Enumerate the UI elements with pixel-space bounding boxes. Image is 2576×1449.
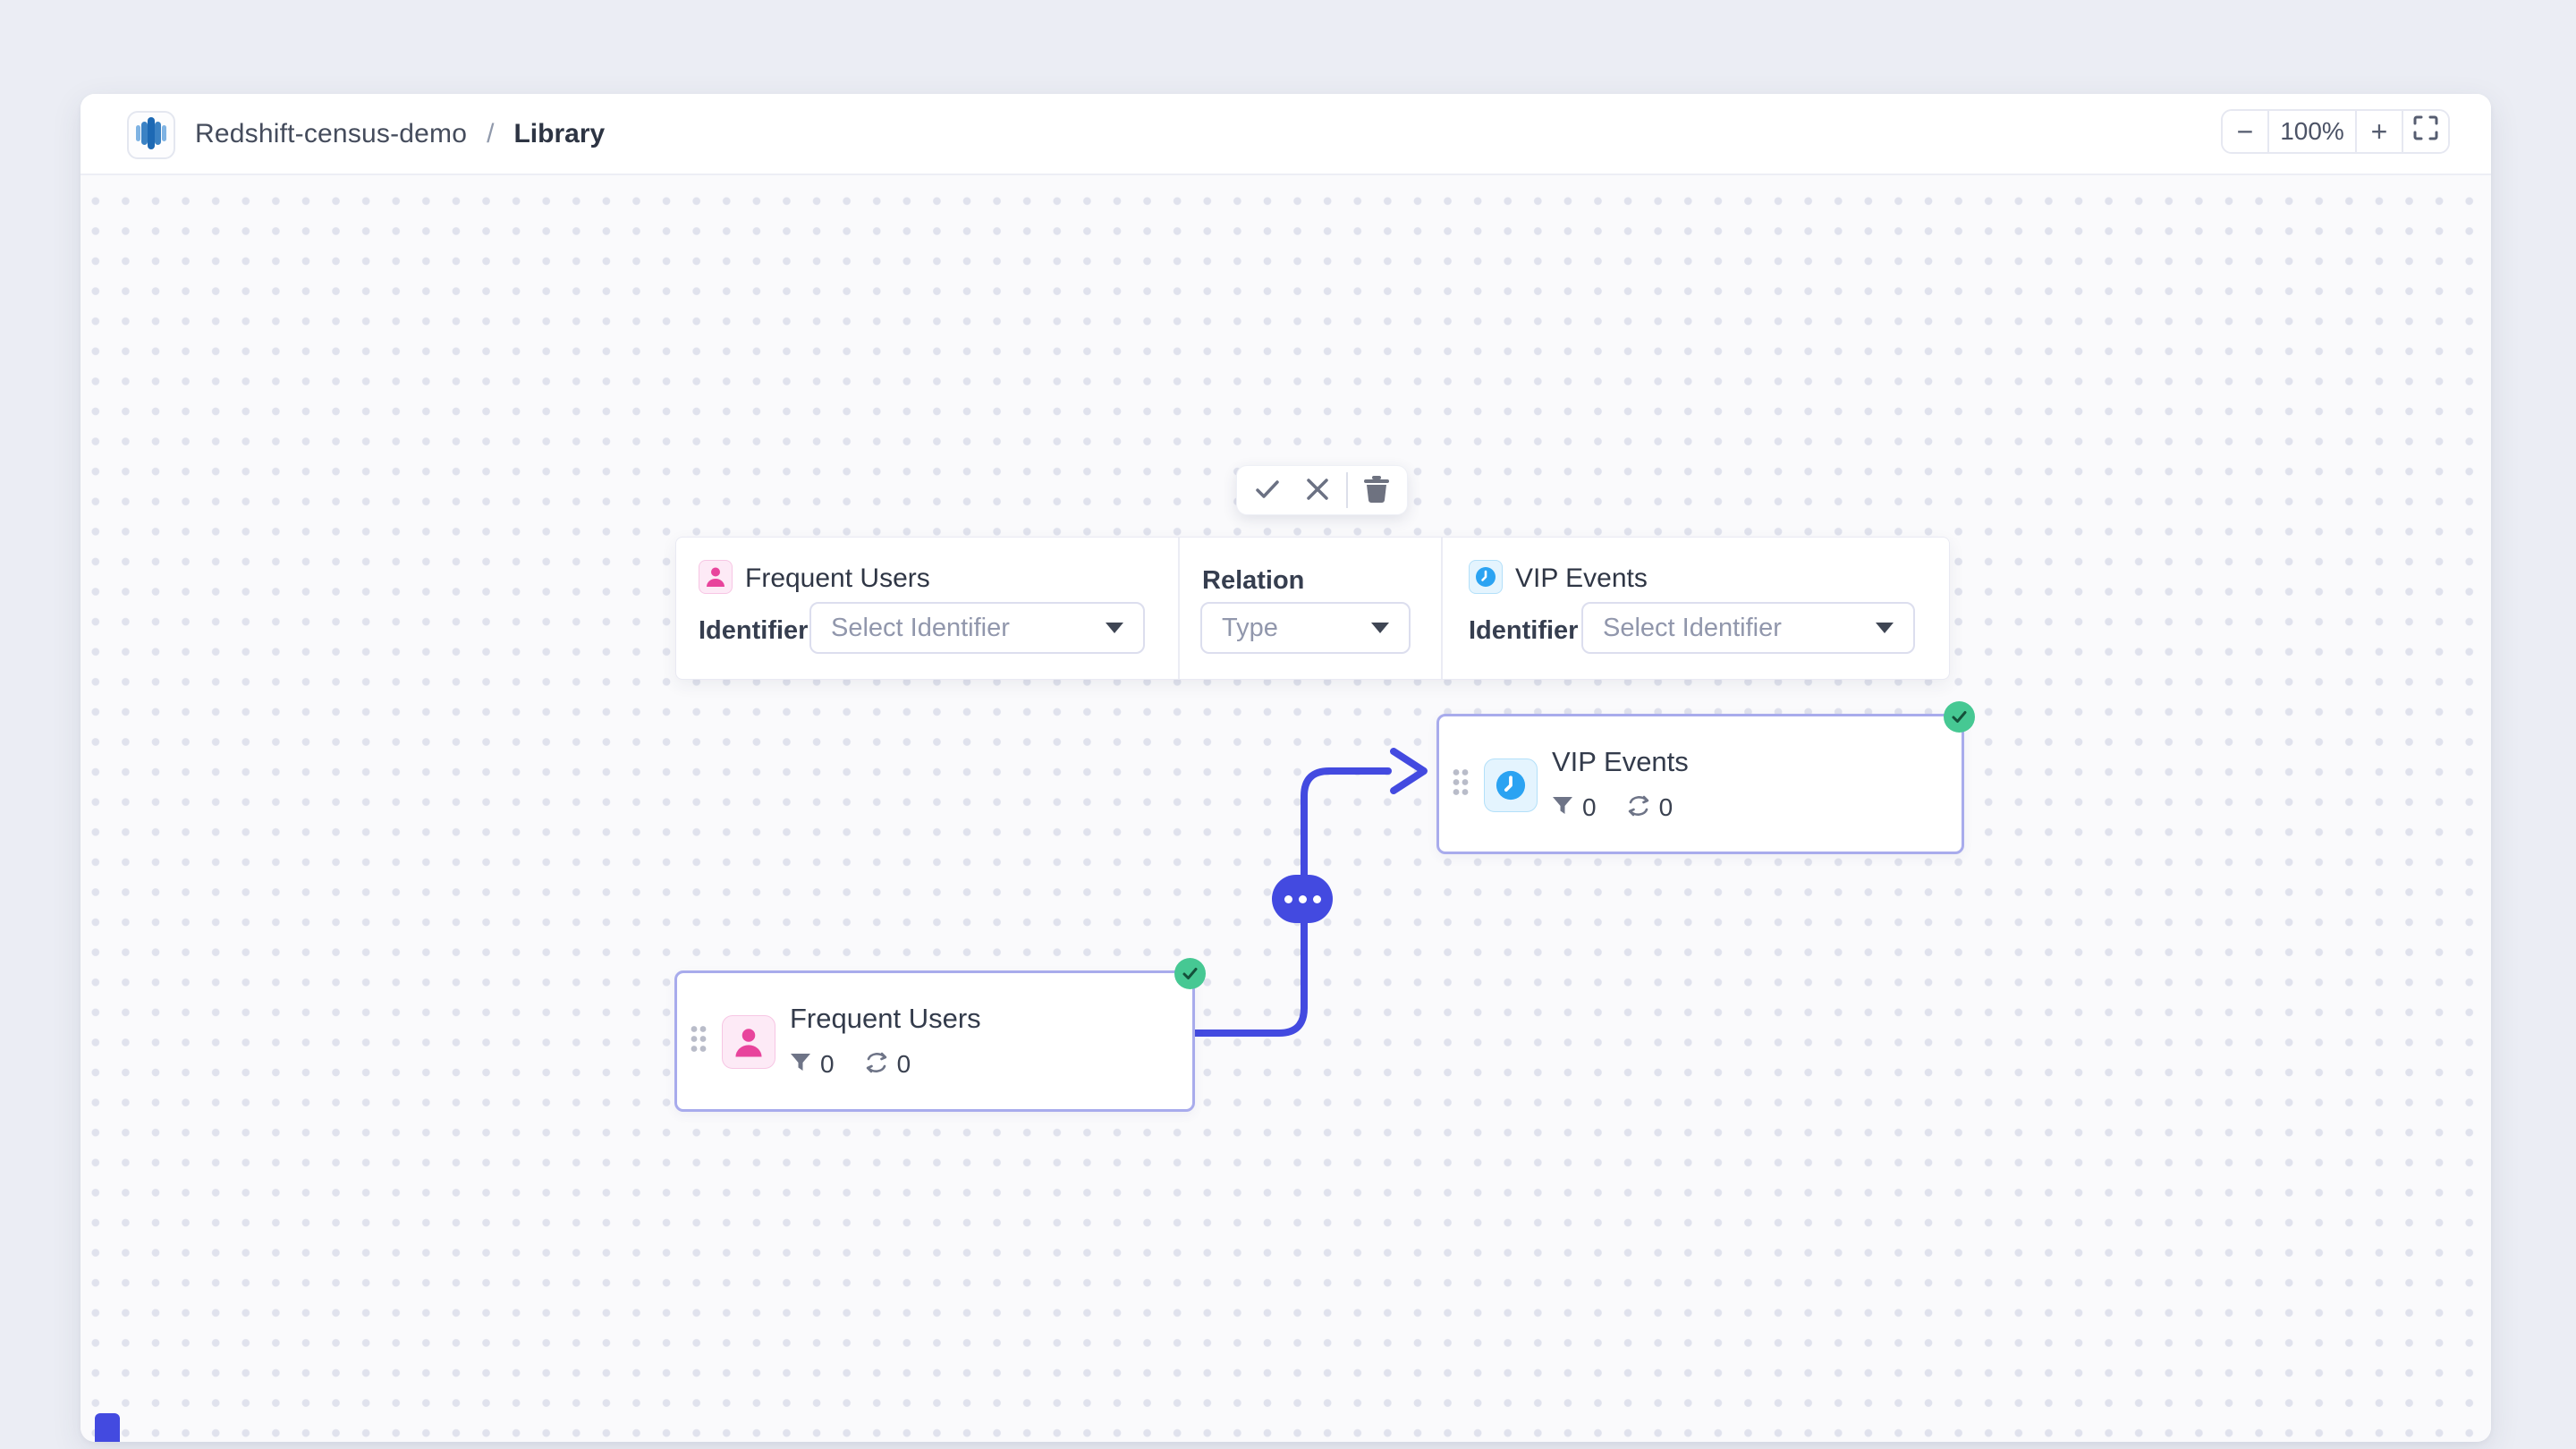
chevron-down-icon (1106, 623, 1123, 633)
x-icon (1306, 478, 1329, 504)
status-badge-valid (1174, 958, 1206, 989)
ellipsis-dot (1299, 895, 1307, 903)
ellipsis-dot (1313, 895, 1321, 903)
sync-count: 0 (1659, 793, 1674, 822)
chevron-down-icon (1876, 623, 1894, 633)
panel-left-title: Frequent Users (745, 564, 930, 594)
delete-edge-button[interactable] (1352, 470, 1402, 510)
zoom-level: 100% (2267, 111, 2355, 152)
left-identifier-select-value: Select Identifier (831, 614, 1093, 643)
relation-label: Relation (1202, 566, 1304, 596)
breadcrumb: Redshift-census-demo / Library (195, 94, 605, 174)
node-vip-events[interactable]: VIP Events 0 0 (1436, 714, 1964, 854)
filter-icon (790, 1052, 811, 1078)
zoom-in-button[interactable]: + (2355, 111, 2402, 152)
zoom-controls: − 100% + (2221, 109, 2450, 154)
sync-icon (865, 1052, 888, 1078)
redshift-database-icon (136, 117, 166, 154)
panel-right-identifier-label: Identifier (1469, 616, 1578, 646)
edge-toolbar (1236, 465, 1408, 515)
breadcrumb-project[interactable]: Redshift-census-demo (195, 119, 467, 149)
relation-type-select[interactable]: Type (1200, 602, 1411, 654)
app-window: Redshift-census-demo / Library − 100% + (80, 94, 2491, 1442)
fullscreen-icon (2413, 115, 2438, 148)
left-identifier-select[interactable]: Select Identifier (809, 602, 1145, 654)
relation-panel: Frequent Users Identifier Select Identif… (675, 537, 1950, 680)
relation-type-select-value: Type (1222, 614, 1359, 643)
sync-icon (1627, 795, 1650, 821)
zoom-out-button[interactable]: − (2223, 111, 2267, 152)
workspace-logo[interactable] (127, 111, 175, 159)
filter-count: 0 (1582, 793, 1597, 822)
right-identifier-select[interactable]: Select Identifier (1581, 602, 1915, 654)
drag-handle-icon[interactable] (1453, 768, 1469, 800)
node-title: Frequent Users (790, 1003, 981, 1035)
clock-icon (1469, 560, 1503, 594)
sync-count: 0 (897, 1050, 911, 1079)
toolbar-divider (1346, 472, 1348, 508)
node-title: VIP Events (1552, 746, 1689, 778)
chevron-down-icon (1371, 623, 1389, 633)
confirm-button[interactable] (1242, 470, 1292, 510)
breadcrumb-separator: / (481, 119, 499, 149)
ellipsis-dot (1284, 895, 1292, 903)
panel-divider (1178, 538, 1180, 679)
check-icon (1254, 476, 1281, 505)
header-bar: Redshift-census-demo / Library − 100% + (80, 94, 2491, 175)
model-canvas[interactable]: Frequent Users Identifier Select Identif… (80, 175, 2491, 1442)
breadcrumb-page-library[interactable]: Library (513, 119, 605, 149)
node-stats: 0 0 (790, 1050, 911, 1079)
drag-handle-icon[interactable] (691, 1026, 707, 1057)
edge-options-button[interactable] (1272, 875, 1333, 923)
filter-count: 0 (820, 1050, 835, 1079)
edge-arrowhead (1394, 751, 1424, 791)
status-badge-valid (1944, 701, 1975, 733)
fullscreen-button[interactable] (2402, 111, 2448, 152)
right-identifier-select-value: Select Identifier (1603, 614, 1863, 643)
trash-icon (1364, 476, 1389, 505)
panel-right-title: VIP Events (1515, 564, 1648, 594)
filter-icon (1552, 795, 1573, 821)
person-icon (722, 1015, 775, 1069)
clock-icon (1484, 758, 1538, 812)
panel-divider (1441, 538, 1443, 679)
cancel-button[interactable] (1292, 470, 1343, 510)
node-frequent-users[interactable]: Frequent Users 0 0 (674, 970, 1195, 1112)
scroll-indicator[interactable] (95, 1413, 120, 1442)
person-icon (699, 560, 733, 594)
relation-edge[interactable] (1181, 676, 1467, 1070)
panel-left-identifier-label: Identifier (699, 616, 808, 646)
node-stats: 0 0 (1552, 793, 1673, 822)
